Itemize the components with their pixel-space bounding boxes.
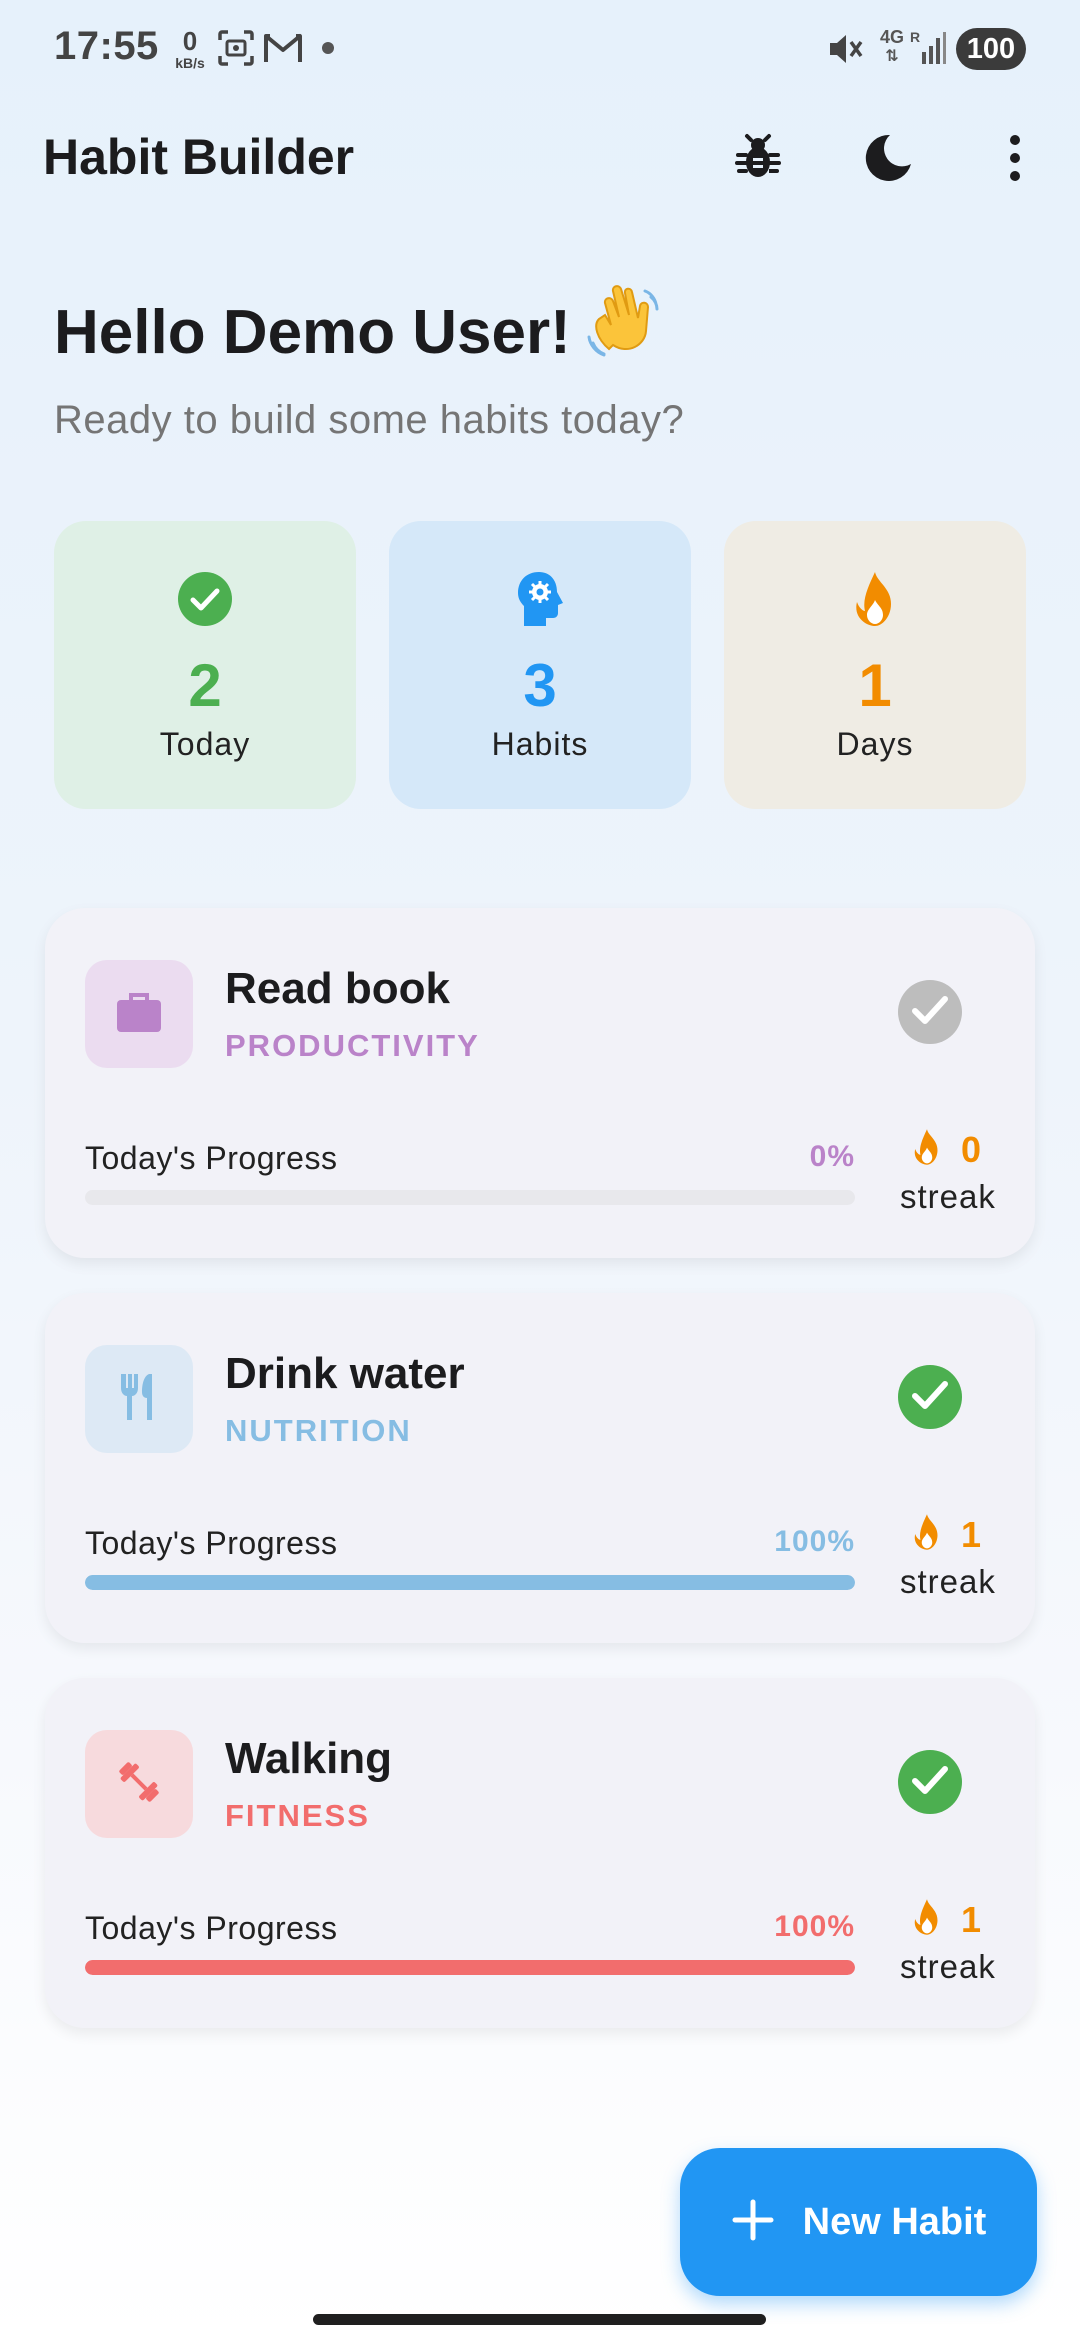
plus-icon xyxy=(731,2198,775,2247)
habit-category: FITNESS xyxy=(225,1798,370,1833)
new-habit-label: New Habit xyxy=(802,2200,987,2243)
fire-icon xyxy=(911,1513,943,1556)
stat-value: 2 xyxy=(188,652,222,719)
network-type-label: 4G xyxy=(879,27,904,47)
battery-indicator: 100 xyxy=(956,28,1026,70)
habit-complete-toggle[interactable] xyxy=(898,1365,962,1429)
streak-count: 0 xyxy=(961,1128,982,1170)
check-circle-icon xyxy=(54,569,356,629)
dumbbell-icon xyxy=(114,1757,164,1812)
home-indicator[interactable] xyxy=(313,2314,766,2325)
waving-hand-icon xyxy=(585,285,665,380)
streak-label: streak xyxy=(900,1948,996,1985)
status-time: 17:55 xyxy=(54,24,159,68)
screenshot-icon xyxy=(216,28,256,73)
status-bar: 17:55 0 kB/s 4G ⇅ R 100 xyxy=(0,0,1080,100)
stat-card-habits: 3 Habits xyxy=(389,521,691,809)
stat-value: 3 xyxy=(523,652,557,719)
fire-icon xyxy=(911,1128,943,1171)
check-icon xyxy=(910,1764,950,1801)
habit-name: Drink water xyxy=(225,1349,465,1398)
habit-icon-box xyxy=(85,1730,193,1838)
check-icon xyxy=(910,1379,950,1416)
progress-percent: 100% xyxy=(774,1910,855,1943)
network-speed: 0 kB/s xyxy=(170,28,210,70)
progress-bar xyxy=(85,1960,855,1975)
progress-label: Today's Progress xyxy=(85,1910,338,1946)
streak: 1 xyxy=(911,1513,981,1556)
more-options-button[interactable] xyxy=(975,120,1055,200)
progress-bar xyxy=(85,1190,855,1205)
habit-card-drink-water[interactable]: Drink water NUTRITION Today's Progress 1… xyxy=(45,1293,1035,1643)
greeting-text: Hello Demo User! xyxy=(54,298,571,367)
stat-label: Days xyxy=(836,726,914,762)
signal-icon: R xyxy=(910,28,946,73)
progress-percent: 0% xyxy=(809,1140,855,1173)
app-title: Habit Builder xyxy=(43,129,355,185)
fire-icon xyxy=(911,1898,943,1941)
progress-percent: 100% xyxy=(774,1525,855,1558)
stat-card-days: 1 Days xyxy=(724,521,1026,809)
briefcase-icon xyxy=(115,990,163,1039)
new-habit-button[interactable]: New Habit xyxy=(680,2148,1037,2296)
restaurant-icon xyxy=(117,1372,161,1427)
progress-label: Today's Progress xyxy=(85,1140,338,1176)
notification-dot xyxy=(322,42,334,54)
progress-bar xyxy=(85,1575,855,1590)
dark-mode-icon xyxy=(861,131,915,190)
habit-category: PRODUCTIVITY xyxy=(225,1028,480,1063)
streak-count: 1 xyxy=(961,1513,982,1555)
habit-icon-box xyxy=(85,960,193,1068)
network-speed-value: 0 xyxy=(182,26,198,56)
progress-fill xyxy=(85,1575,855,1590)
mute-icon xyxy=(826,30,864,73)
habit-card-walking[interactable]: Walking FITNESS Today's Progress 100% 1 … xyxy=(45,1678,1035,2028)
streak-label: streak xyxy=(900,1178,996,1215)
fire-icon xyxy=(724,569,1026,629)
habit-category: NUTRITION xyxy=(225,1413,412,1448)
psychology-icon xyxy=(389,569,691,629)
stat-label: Habits xyxy=(491,726,589,762)
svg-text:R: R xyxy=(910,29,920,45)
bug-icon xyxy=(733,133,783,188)
progress-label: Today's Progress xyxy=(85,1525,338,1561)
greeting: Hello Demo User! xyxy=(54,285,665,380)
habit-icon-box xyxy=(85,1345,193,1453)
streak-label: streak xyxy=(900,1563,996,1600)
streak: 0 xyxy=(911,1128,981,1171)
check-icon xyxy=(910,994,950,1031)
more-vert-icon xyxy=(1009,134,1021,187)
network-speed-unit: kB/s xyxy=(175,55,205,71)
network-type: 4G ⇅ xyxy=(879,27,904,65)
streak: 1 xyxy=(911,1898,981,1941)
stat-label: Today xyxy=(159,726,251,762)
habit-name: Read book xyxy=(225,964,450,1013)
habit-card-read-book[interactable]: Read book PRODUCTIVITY Today's Progress … xyxy=(45,908,1035,1258)
stat-card-today: 2 Today xyxy=(54,521,356,809)
habit-name: Walking xyxy=(225,1734,393,1783)
gmail-icon xyxy=(262,28,304,73)
stat-value: 1 xyxy=(858,652,892,719)
habit-complete-toggle[interactable] xyxy=(898,1750,962,1814)
debug-button[interactable] xyxy=(718,120,798,200)
streak-count: 1 xyxy=(961,1898,982,1940)
theme-toggle-button[interactable] xyxy=(848,120,928,200)
habit-complete-toggle[interactable] xyxy=(898,980,962,1044)
progress-fill xyxy=(85,1960,855,1975)
greeting-subtitle: Ready to build some habits today? xyxy=(54,398,685,442)
